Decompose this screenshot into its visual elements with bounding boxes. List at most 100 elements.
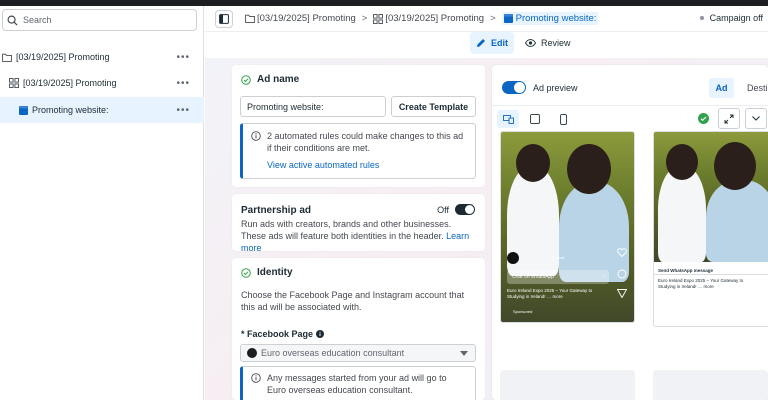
- person-head: [714, 142, 756, 190]
- breadcrumb-campaign[interactable]: [03/19/2025] Promoting: [245, 13, 356, 24]
- breadcrumb-separator: >: [490, 13, 496, 24]
- breadcrumb-separator: >: [361, 13, 368, 24]
- search-icon: [7, 15, 18, 26]
- feed-photo: [654, 132, 768, 262]
- ad-name-card: Ad name Promoting website: Create Templa…: [232, 65, 485, 187]
- campaign-status-label: Campaign off: [709, 13, 763, 23]
- facebook-page-select[interactable]: Euro overseas education consultant: [240, 344, 476, 362]
- ad-name-value: Promoting website:: [247, 101, 324, 112]
- facebook-page-value: Euro overseas education consultant: [261, 348, 405, 358]
- story-avatar: [507, 252, 519, 264]
- share-icon: [617, 289, 627, 298]
- person-head: [516, 144, 550, 182]
- loading-placeholder: [500, 370, 635, 400]
- heart-icon: [617, 248, 627, 257]
- preview-divider: [492, 105, 768, 106]
- edit-label: Edit: [491, 38, 508, 48]
- toggle-switch[interactable]: [455, 204, 475, 215]
- more-options-icon[interactable]: •••: [176, 78, 190, 89]
- ad-icon: [19, 105, 28, 115]
- story-photo: Follow Chat on WhatsApp › Euro Ireland E…: [501, 132, 634, 322]
- feed-caption: Euro Ireland Expo 2025 – Your Gateway to…: [658, 278, 744, 289]
- breadcrumb-label: Promoting website:: [515, 13, 597, 24]
- ad-name-title: Ad name: [241, 74, 299, 85]
- more-options-icon[interactable]: •••: [176, 105, 190, 116]
- feed-cta[interactable]: Send WhatsApp message: [658, 268, 713, 273]
- comment-icon: [617, 269, 627, 279]
- identity-title: Identity: [241, 267, 293, 278]
- placement-all-button[interactable]: [497, 110, 519, 128]
- breadcrumb-label: [03/19/2025] Promoting: [385, 13, 485, 24]
- create-template-label: Create Template: [398, 101, 469, 112]
- person-figure: [706, 180, 768, 262]
- square-icon: [530, 114, 540, 124]
- story-caption: Euro Ireland Expo 2025 – Your Gateway to…: [507, 288, 593, 299]
- ad-name-input[interactable]: Promoting website:: [240, 96, 386, 117]
- devices-icon: [502, 114, 514, 124]
- story-preview: Follow Chat on WhatsApp › Euro Ireland E…: [500, 131, 635, 323]
- breadcrumb-label: [03/19/2025] Promoting: [257, 13, 356, 24]
- partnership-title: Partnership ad: [241, 205, 312, 216]
- tree-item-label: [03/19/2025] Promoting: [16, 52, 110, 62]
- breadcrumb-bar: [03/19/2025] Promoting > [03/19/2025] Pr…: [205, 6, 768, 32]
- tree-item-label: [03/19/2025] Promoting: [23, 78, 117, 88]
- info-icon: [316, 330, 325, 338]
- more-preview-options-button[interactable]: [745, 108, 767, 129]
- review-label: Review: [541, 38, 571, 48]
- partnership-toggle[interactable]: Off: [437, 204, 475, 215]
- sidebar-toggle-button[interactable]: [215, 9, 233, 28]
- identity-description: Choose the Facebook Page and Instagram a…: [241, 290, 465, 312]
- review-mode-button[interactable]: Review: [519, 32, 577, 54]
- tree-item-campaign[interactable]: [03/19/2025] Promoting •••: [0, 44, 204, 70]
- placement-feed-button[interactable]: [526, 110, 544, 128]
- folder-icon: [2, 53, 12, 62]
- view-rules-link[interactable]: View active automated rules: [267, 159, 467, 171]
- tree-item-ad[interactable]: Promoting website: •••: [0, 97, 204, 123]
- expand-preview-button[interactable]: [718, 108, 740, 129]
- editor-workarea: Ad name Promoting website: Create Templa…: [205, 58, 768, 400]
- tab-ad[interactable]: Ad: [709, 78, 734, 98]
- more-options-icon[interactable]: •••: [176, 52, 190, 63]
- info-icon: [251, 373, 261, 383]
- caret-down-icon: [460, 351, 468, 356]
- tree-item-label: Promoting website:: [32, 105, 109, 115]
- partnership-description: Run ads with creators, brands and other …: [241, 219, 470, 253]
- campaign-status[interactable]: Campaign off: [699, 13, 763, 23]
- messages-notice: Any messages started from your ad will g…: [240, 366, 476, 400]
- breadcrumb-adset[interactable]: [03/19/2025] Promoting: [373, 13, 484, 24]
- pencil-icon: [477, 39, 485, 47]
- ad-preview-panel: Ad preview Ad Destin: [492, 65, 768, 400]
- grid-icon: [9, 78, 19, 88]
- mode-bar: Edit Review: [205, 32, 768, 58]
- page-avatar: [247, 348, 257, 358]
- search-input[interactable]: Search: [2, 9, 197, 31]
- ad-preview-toggle[interactable]: [502, 81, 526, 94]
- phone-icon: [559, 113, 567, 125]
- automated-rules-text: 2 automated rules could make changes to …: [267, 131, 464, 153]
- chevron-down-icon: [752, 116, 760, 121]
- status-check-icon: [697, 112, 710, 125]
- tree-item-adset[interactable]: [03/19/2025] Promoting •••: [0, 70, 204, 96]
- messages-notice-text: Any messages started from your ad will g…: [267, 373, 447, 395]
- create-template-button[interactable]: Create Template: [391, 96, 476, 117]
- person-figure: [658, 166, 706, 262]
- facebook-page-label: * Facebook Page: [241, 329, 325, 339]
- person-figure: [559, 182, 629, 282]
- search-placeholder: Search: [23, 15, 52, 25]
- info-icon: [251, 131, 261, 141]
- story-sponsored: Sponsored: [513, 309, 533, 314]
- placement-story-button[interactable]: [554, 110, 572, 128]
- panel-icon: [219, 13, 229, 24]
- identity-card: Identity Choose the Facebook Page and In…: [232, 258, 485, 400]
- feed-divider: [654, 274, 768, 275]
- person-head: [666, 144, 698, 180]
- automated-rules-notice: 2 automated rules could make changes to …: [240, 123, 476, 179]
- edit-mode-button[interactable]: Edit: [470, 32, 514, 54]
- story-cta-button[interactable]: Chat on WhatsApp ›: [507, 270, 609, 284]
- breadcrumb-ad[interactable]: Promoting website:: [501, 12, 599, 25]
- ad-preview-label: Ad preview: [533, 83, 578, 93]
- tab-destination[interactable]: Destin: [747, 83, 768, 93]
- partnership-ad-card: Partnership ad Off Run ads with creators…: [232, 194, 485, 253]
- folder-icon: [245, 14, 255, 23]
- partnership-toggle-label: Off: [437, 204, 449, 215]
